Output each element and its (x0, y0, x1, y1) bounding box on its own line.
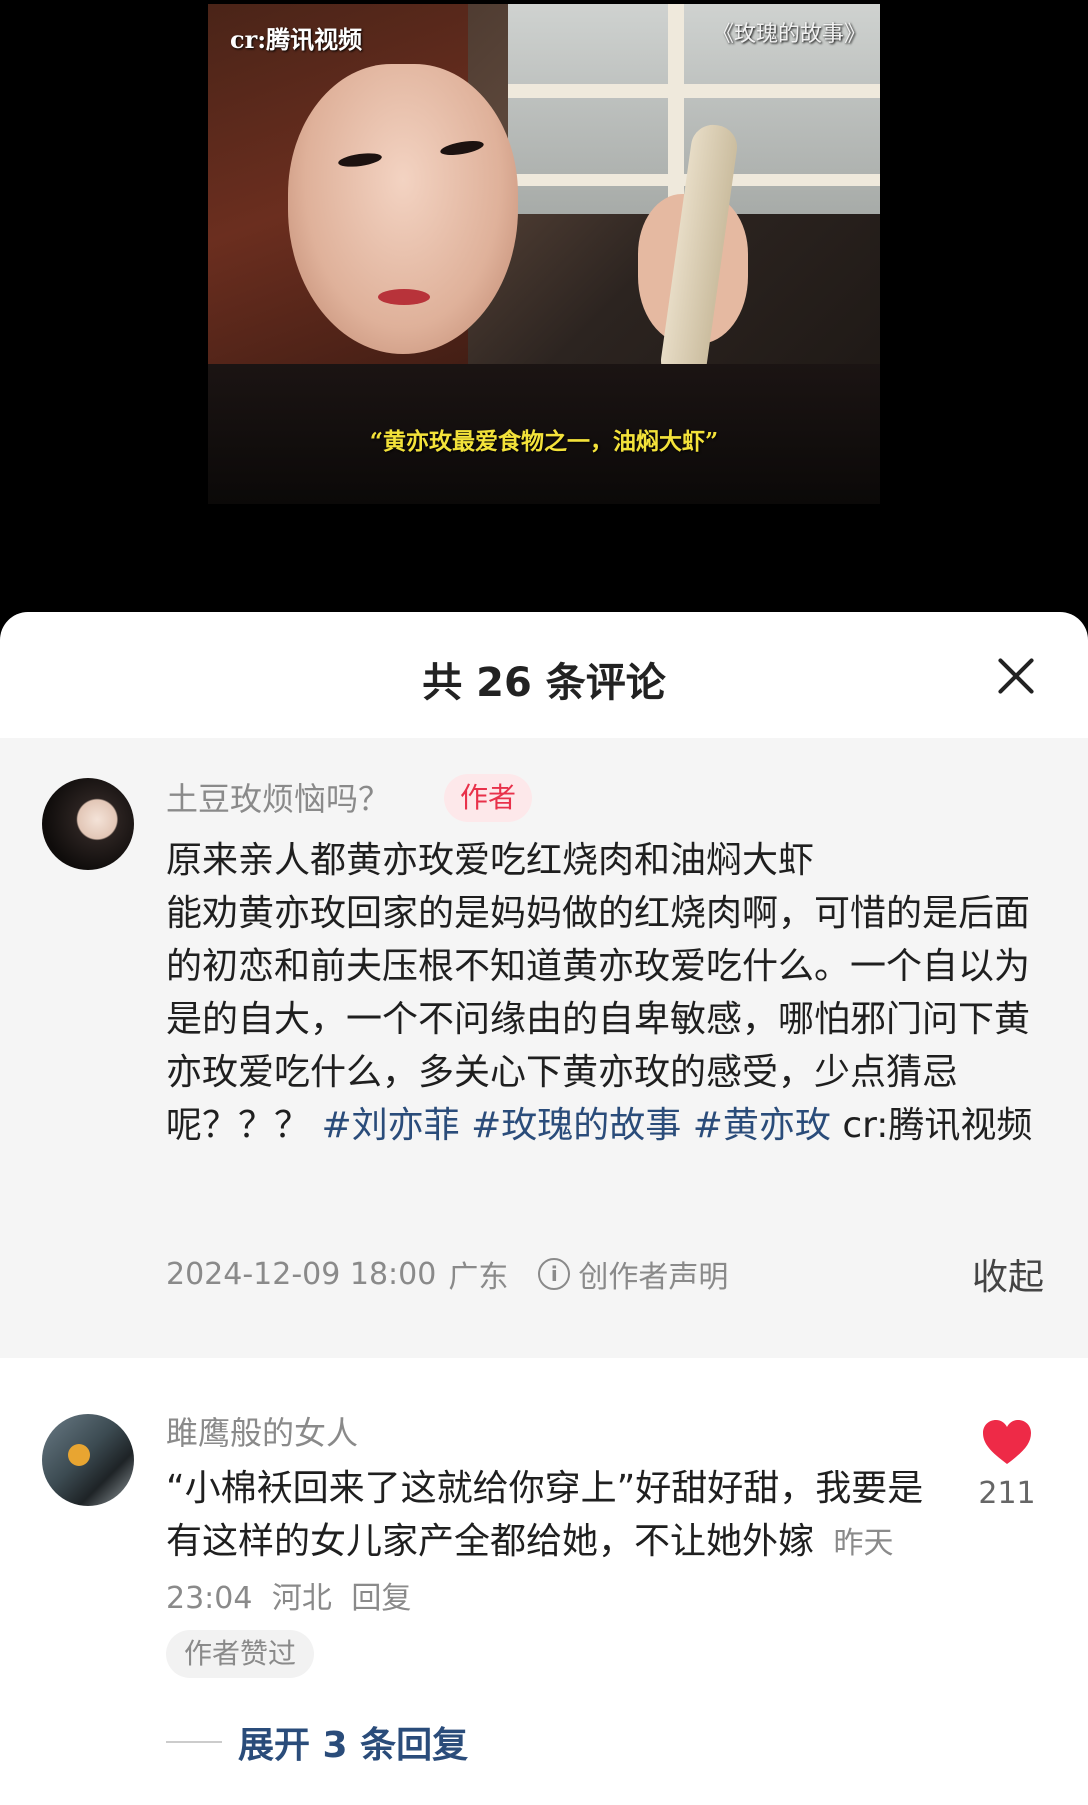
sheet-header: 共 26 条评论 (0, 612, 1088, 738)
like-count: 211 (978, 1476, 1036, 1511)
comment-body: “小棉袄回来了这就给你穿上”好甜好甜，我要是有这样的女儿家产全都给她，不让她外嫁 (166, 1468, 924, 1562)
post-datetime: 2024-12-09 18:00 (166, 1256, 437, 1292)
expand-replies-label: 展开 3 条回复 (238, 1725, 469, 1766)
comment-username[interactable]: 雎鹰般的女人 (166, 1408, 358, 1454)
avatar[interactable] (42, 1414, 134, 1506)
hashtag-link[interactable]: #刘亦菲 (321, 1105, 459, 1146)
face (288, 64, 518, 354)
author-liked-badge: 作者赞过 (166, 1630, 315, 1678)
video-subtitle: “黄亦玫最爱食物之一，油焖大虾” (369, 428, 719, 455)
collapse-button[interactable]: 收起 (972, 1248, 1044, 1300)
creator-statement-link[interactable]: 创作者声明 (578, 1252, 728, 1296)
post-line: 原来亲人都黄亦玫爱吃红烧肉和油焖大虾 (166, 840, 815, 881)
watermark-source: cr:腾讯视频 (230, 25, 363, 54)
comment-location: 河北 (271, 1581, 332, 1616)
hashtag-link[interactable]: #玫瑰的故事 (471, 1105, 681, 1146)
post-text: 原来亲人都黄亦玫爱吃红烧肉和油焖大虾 能劝黄亦玫回家的是妈妈做的红烧肉啊，可惜的… (166, 834, 1046, 1152)
author-post: 土豆玫烦恼吗？ 作者 原来亲人都黄亦玫爱吃红烧肉和油焖大虾 能劝黄亦玫回家的是妈… (0, 738, 1088, 1358)
comments-sheet: 共 26 条评论 土豆玫烦恼吗？ 作者 原来亲人都黄亦玫爱吃红烧肉和油焖大虾 能… (0, 612, 1088, 1805)
hashtag-link[interactable]: #黄亦玫 (693, 1105, 831, 1146)
comment-item: 雎鹰般的女人 “小棉袄回来了这就给你穿上”好甜好甜，我要是有这样的女儿家产全都给… (0, 1358, 1088, 1805)
divider-line (166, 1741, 222, 1743)
author-badge: 作者 (444, 774, 533, 822)
like-area: 211 (972, 1418, 1042, 1511)
watermark-title: 《玫瑰的故事》 (711, 22, 866, 47)
post-credit: cr:腾讯视频 (842, 1105, 1033, 1146)
lips (378, 289, 430, 305)
video-area[interactable]: cr:腾讯视频 《玫瑰的故事》 “黄亦玫最爱食物之一，油焖大虾” (0, 0, 1088, 620)
reply-button[interactable]: 回复 (351, 1581, 411, 1616)
expand-replies-button[interactable]: 展开 3 条回复 (166, 1716, 468, 1768)
avatar[interactable] (42, 778, 134, 870)
heart-icon[interactable] (981, 1418, 1033, 1466)
post-location: 广东 (448, 1260, 509, 1295)
video-frame[interactable]: cr:腾讯视频 《玫瑰的故事》 “黄亦玫最爱食物之一，油焖大虾” (208, 4, 880, 504)
comment-text: “小棉袄回来了这就给你穿上”好甜好甜，我要是有这样的女儿家产全都给她，不让她外嫁… (166, 1462, 946, 1625)
post-meta: 2024-12-09 18:00 广东 i 创作者声明 (166, 1252, 728, 1296)
author-username[interactable]: 土豆玫烦恼吗？ (166, 774, 390, 820)
close-icon[interactable] (994, 654, 1038, 698)
comments-count-title: 共 26 条评论 (422, 660, 666, 706)
info-icon[interactable]: i (538, 1258, 571, 1290)
